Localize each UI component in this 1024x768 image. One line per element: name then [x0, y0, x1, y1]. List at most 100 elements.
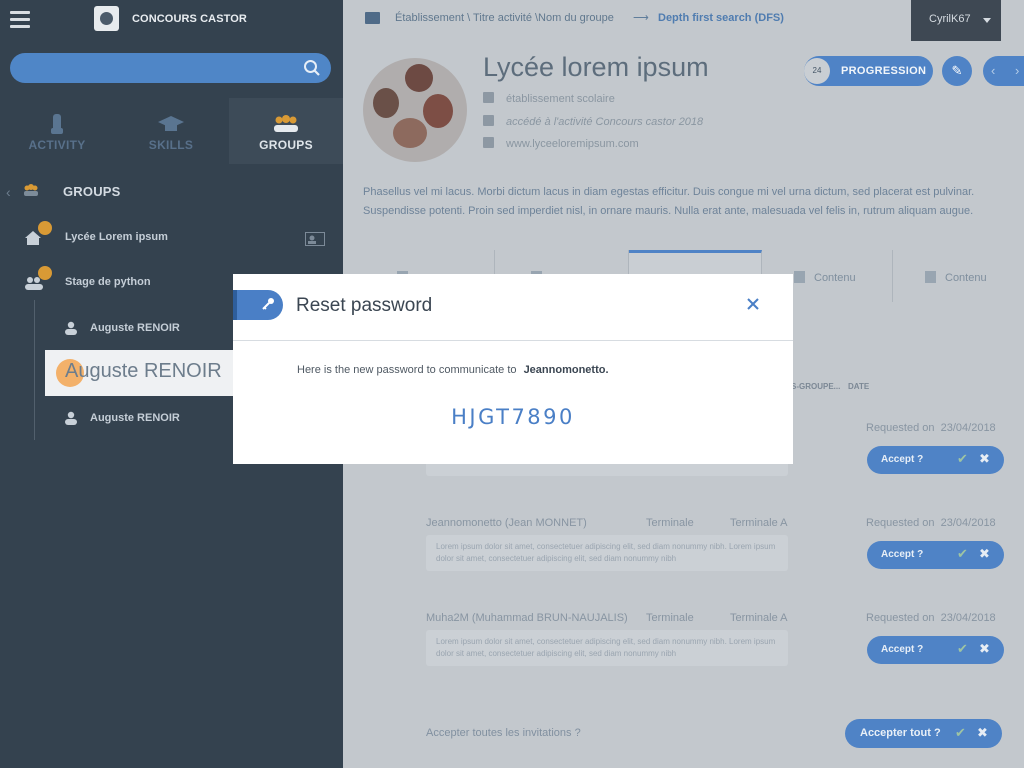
progression-badge: 24 — [804, 58, 830, 84]
search-input[interactable] — [24, 59, 294, 77]
request-group: Terminale A — [730, 517, 788, 529]
caret-down-icon — [983, 18, 991, 23]
page-title: Lycée lorem ipsum — [483, 52, 709, 82]
tree-item-label: Stage de python — [65, 276, 151, 288]
request-date: Requested on 23/04/2018 — [866, 517, 996, 529]
close-icon[interactable]: ✖ — [979, 546, 990, 562]
tab-contenu-2[interactable]: Contenu — [893, 250, 1024, 302]
check-icon[interactable]: ✔ — [957, 546, 968, 562]
notification-badge — [38, 266, 52, 280]
folder-icon — [365, 12, 380, 24]
tree-item-label: Lycée Lorem ipsum — [65, 231, 168, 243]
accept-request-control[interactable]: Accept ? ✔ ✖ — [867, 541, 1004, 569]
tree-item-student[interactable]: Auguste RENOIR — [64, 407, 234, 431]
tree-item-school[interactable]: Lycée Lorem ipsum — [24, 221, 334, 250]
dragged-student-label: Auguste RENOIR — [65, 360, 222, 382]
document-icon — [925, 271, 936, 283]
accept-request-control[interactable]: Accept ? ✔ ✖ — [867, 446, 1004, 474]
request-user: Muha2M (Muhammad BRUN-NAUJALIS) — [426, 612, 628, 624]
group-small-icon — [24, 184, 38, 196]
tree-item-label: Auguste RENOIR — [90, 322, 180, 334]
sidebar-topbar: CONCOURS CASTOR — [0, 0, 343, 40]
accept-label: Accept ? — [881, 549, 924, 560]
tab-groups[interactable]: GROUPS — [229, 98, 343, 164]
check-icon[interactable]: ✔ — [957, 641, 968, 657]
search-icon[interactable] — [303, 59, 321, 77]
accept-request-control[interactable]: Accept ? ✔ ✖ — [867, 636, 1004, 664]
pager-arrows[interactable]: ‹ › — [983, 56, 1024, 86]
group-icon — [274, 115, 298, 132]
request-message: Lorem ipsum dolor sit amet, consectetuer… — [426, 630, 788, 666]
request-class: Terminale — [646, 612, 694, 624]
request-message: Lorem ipsum dolor sit amet, consectetuer… — [426, 535, 788, 571]
close-icon[interactable]: ✖ — [979, 451, 990, 467]
new-password: HJGT7890 — [451, 405, 575, 429]
key-icon — [262, 298, 274, 310]
app-brand: CONCOURS CASTOR — [132, 13, 247, 25]
school-description: Phasellus vel mi lacus. Morbi dictum lac… — [363, 186, 975, 217]
hand-icon — [51, 114, 63, 134]
tab-skills[interactable]: SKILLS — [114, 98, 228, 164]
request-date: Requested on 23/04/2018 — [866, 612, 996, 624]
graduation-cap-icon — [158, 116, 184, 131]
tree-line — [34, 300, 35, 440]
school-type: établissement scolaire — [483, 92, 615, 105]
tab-activity-label: ACTIVITY — [28, 138, 86, 152]
close-icon[interactable]: ✖ — [977, 725, 988, 741]
breadcrumb-current[interactable]: Depth first search (DFS) — [658, 12, 784, 24]
user-name: CyrilK67 — [929, 13, 971, 25]
column-header-subgroup[interactable]: S-GROUPE... — [791, 382, 840, 391]
progression-button[interactable]: 24 PROGRESSION — [804, 56, 933, 86]
dialog-divider — [233, 340, 793, 341]
accept-all-label: Accepter toutes les invitations ? — [426, 727, 581, 739]
building-icon — [483, 92, 494, 103]
request-date: Requested on 23/04/2018 — [866, 422, 996, 434]
school-website[interactable]: www.lyceeloremipsum.com — [483, 137, 639, 150]
tab-groups-label: GROUPS — [259, 138, 313, 152]
column-header-date[interactable]: DATE — [848, 382, 869, 391]
breadcrumb: Établissement \ Titre activité \Nom du g… — [343, 0, 911, 40]
external-link-icon — [483, 137, 494, 148]
user-icon — [65, 411, 77, 425]
reset-password-dialog: Reset password Here is the new password … — [233, 274, 793, 464]
close-icon[interactable]: ✖ — [979, 641, 990, 657]
accept-all-control[interactable]: Accepter tout ? ✔ ✖ — [845, 719, 1002, 748]
dialog-message: Here is the new password to communicate … — [297, 364, 609, 376]
request-class: Terminale — [646, 517, 694, 529]
school-avatar — [363, 58, 467, 162]
request-row: Muha2M (Muhammad BRUN-NAUJALIS) Terminal… — [426, 612, 1006, 702]
check-icon[interactable]: ✔ — [957, 451, 968, 467]
pencil-icon: ✎ — [951, 63, 963, 78]
request-row: Jeannomonetto (Jean MONNET) Terminale Te… — [426, 517, 1006, 607]
tab-activity[interactable]: ACTIVITY — [0, 98, 114, 164]
search-bar[interactable] — [10, 53, 331, 83]
close-icon[interactable] — [745, 296, 761, 312]
breadcrumb-path[interactable]: Établissement \ Titre activité \Nom du g… — [395, 12, 614, 24]
tree-item-group[interactable]: Stage de python — [24, 266, 224, 295]
document-icon — [794, 271, 805, 283]
tab-skills-label: SKILLS — [148, 138, 194, 152]
user-menu[interactable]: CyrilK67 — [911, 0, 1001, 41]
school-access: accédé à l'activité Concours castor 2018 — [483, 115, 703, 128]
edit-button[interactable]: ✎ — [942, 56, 972, 86]
check-icon[interactable]: ✔ — [955, 725, 966, 741]
request-user: Jeannomonetto (Jean MONNET) — [426, 517, 587, 529]
dialog-tag — [233, 290, 283, 320]
chevron-left-icon[interactable]: ‹ — [6, 184, 11, 200]
lock-icon — [483, 115, 494, 126]
nav-tabs: ACTIVITY SKILLS GROUPS — [0, 98, 343, 164]
accept-all-button-label: Accepter tout ? — [860, 727, 941, 739]
castor-logo-icon — [94, 6, 119, 31]
menu-icon[interactable] — [10, 11, 30, 29]
progression-label: PROGRESSION — [841, 65, 927, 77]
groups-title: GROUPS — [63, 184, 121, 199]
user-card-icon[interactable] — [305, 232, 325, 246]
user-icon — [65, 321, 77, 335]
accept-label: Accept ? — [881, 644, 924, 655]
recipient-name: Jeannomonetto. — [523, 364, 609, 376]
tree-item-label: Auguste RENOIR — [90, 412, 180, 424]
tree-item-student[interactable]: Auguste RENOIR — [64, 317, 234, 341]
notification-badge — [38, 221, 52, 235]
arrow-right-icon: ⟶ — [633, 12, 649, 24]
request-group: Terminale A — [730, 612, 788, 624]
